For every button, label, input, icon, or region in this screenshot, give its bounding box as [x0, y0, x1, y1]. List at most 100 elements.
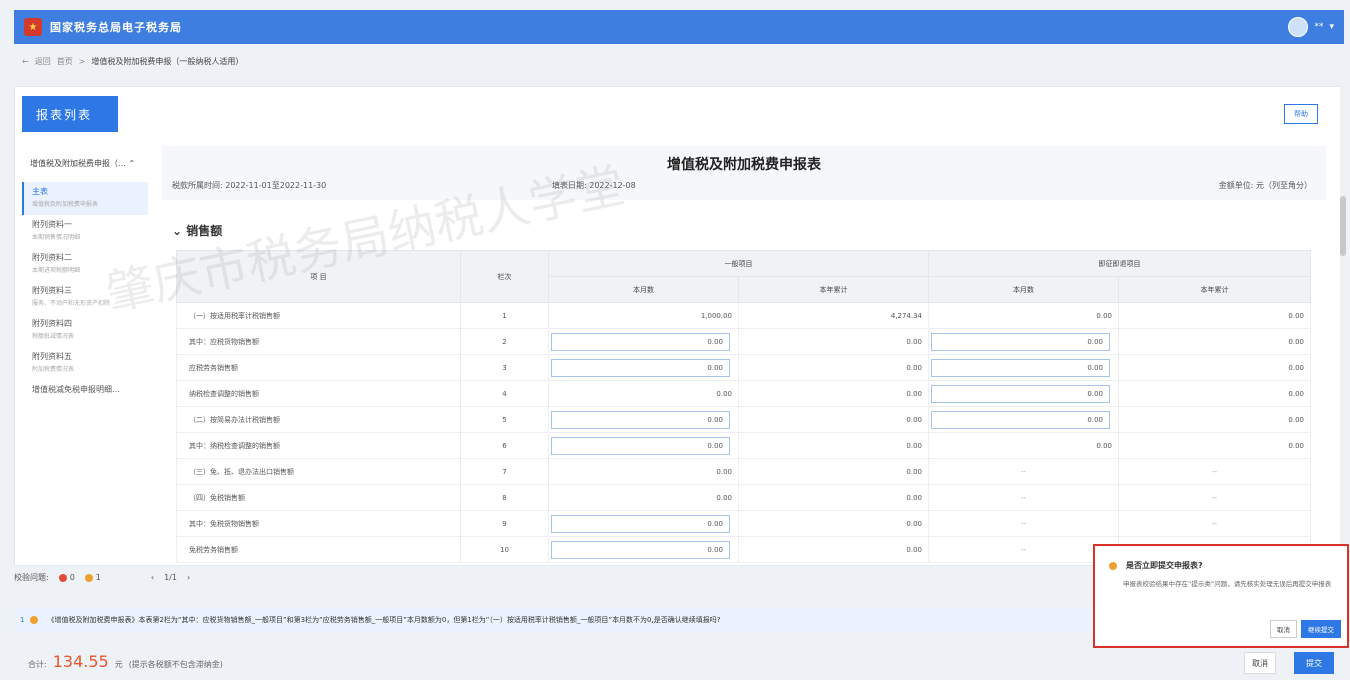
- refund-month-cell[interactable]: 0.00: [928, 380, 1119, 407]
- refund-month-cell[interactable]: 0.00: [928, 328, 1119, 355]
- sidebar-item-label: 附列资料三: [32, 286, 72, 295]
- submit-button[interactable]: 提交: [1294, 652, 1334, 674]
- help-button[interactable]: 帮助: [1284, 104, 1318, 124]
- sidebar-group-header[interactable]: 增值税及附加税费申报（… ⌃: [30, 158, 135, 169]
- general-month-cell[interactable]: 0.00: [548, 432, 739, 459]
- table-row: （三）免、抵、退办法出口销售额 7 0.00 0.00 -- --: [176, 458, 1311, 485]
- total-label: 合计:: [28, 660, 47, 669]
- popup-confirm-button[interactable]: 继续提交: [1301, 620, 1341, 638]
- general-ytd-cell: 0.00: [738, 458, 929, 485]
- general-month-cell[interactable]: 0.00: [548, 328, 739, 355]
- general-ytd-cell: 0.00: [738, 380, 929, 407]
- amount-input[interactable]: 0.00: [931, 358, 1110, 377]
- sidebar-item-main[interactable]: 主表 增值税及附加税费申报表: [22, 182, 148, 215]
- general-ytd-cell: 4,274.34: [738, 302, 929, 329]
- refund-month-cell[interactable]: 0.00: [928, 354, 1119, 381]
- general-ytd-cell: 0.00: [738, 354, 929, 381]
- declaration-table: 项 目 栏次 一般项目 即征即退项目 本月数 本年累计 本月数 本年累计 （一）…: [176, 250, 1311, 563]
- section-sales[interactable]: ⌄ 销售额: [172, 222, 222, 239]
- general-ytd-cell: 0.00: [738, 536, 929, 563]
- popup-cancel-button[interactable]: 取消: [1270, 620, 1297, 638]
- refund-ytd-cell: --: [1118, 458, 1311, 485]
- amount-input[interactable]: 0.00: [931, 384, 1110, 403]
- col-cell: 10: [460, 536, 549, 563]
- amount-input[interactable]: 0.00: [551, 332, 730, 351]
- next-page-icon[interactable]: ›: [187, 573, 190, 582]
- back-icon[interactable]: ←: [22, 57, 29, 66]
- tip-index: 1: [20, 616, 25, 624]
- scrollbar-thumb[interactable]: [1340, 196, 1346, 256]
- general-month-cell[interactable]: 0.00: [548, 406, 739, 433]
- header-month: 本月数: [928, 276, 1119, 303]
- refund-ytd-cell: 0.00: [1118, 302, 1311, 329]
- table-row: 其中：免税货物销售额 9 0.00 0.00 -- --: [176, 510, 1311, 537]
- sidebar-item-annex-5[interactable]: 附列资料五 附加税费情况表: [22, 347, 148, 380]
- item-cell: 纳税检查调整的销售额: [176, 380, 461, 407]
- sidebar-item-annex-3[interactable]: 附列资料三 服务、不动产和无形资产扣除: [22, 281, 148, 314]
- item-cell: 其中：免税货物销售额: [176, 510, 461, 537]
- amount-input[interactable]: 0.00: [551, 436, 730, 455]
- refund-month-cell[interactable]: 0.00: [928, 406, 1119, 433]
- amount-input[interactable]: 0.00: [551, 358, 730, 377]
- sidebar-item-sub: 本期进项税额明细: [32, 267, 81, 274]
- sidebar-item-annex-1[interactable]: 附列资料一 本期销售情况明细: [22, 215, 148, 248]
- amount-input[interactable]: 0.00: [551, 410, 730, 429]
- table-row: （二）按简易办法计税销售额 5 0.00 0.00 0.00 0.00: [176, 406, 1311, 433]
- col-cell: 7: [460, 458, 549, 485]
- popup-body: 申报表校验结果中存在“提示类”问题，请先核实处理无误后再提交申报表: [1123, 580, 1332, 588]
- col-cell: 8: [460, 484, 549, 511]
- chevron-up-icon[interactable]: ⌃: [129, 159, 136, 168]
- sidebar-item-label: 附列资料五: [32, 352, 72, 361]
- form-title: 增值税及附加税费申报表: [667, 157, 821, 173]
- col-cell: 2: [460, 328, 549, 355]
- table-row: 其中：纳税检查调整的销售额 6 0.00 0.00 0.00 0.00: [176, 432, 1311, 459]
- table-row: 应税劳务销售额 3 0.00 0.00 0.00 0.00: [176, 354, 1311, 381]
- chevron-down-icon[interactable]: ▾: [1329, 22, 1334, 32]
- amount-input[interactable]: 0.00: [931, 332, 1110, 351]
- refund-ytd-cell: 0.00: [1118, 354, 1311, 381]
- scrollbar[interactable]: [1340, 86, 1346, 566]
- collapse-icon[interactable]: ⌄: [172, 224, 186, 238]
- user-name[interactable]: **: [1314, 22, 1323, 32]
- avatar[interactable]: [1288, 17, 1309, 37]
- table-row: 纳税检查调整的销售额 4 0.00 0.00 0.00 0.00: [176, 380, 1311, 407]
- confirm-popup: 是否立即提交申报表? 申报表校验结果中存在“提示类”问题，请先核实处理无误后再提…: [1093, 544, 1349, 648]
- general-ytd-cell: 0.00: [738, 432, 929, 459]
- amount-input[interactable]: 0.00: [551, 514, 730, 533]
- error-count[interactable]: 0: [58, 573, 75, 582]
- col-cell: 3: [460, 354, 549, 381]
- general-month-cell[interactable]: 0.00: [548, 536, 739, 563]
- amount-input[interactable]: 0.00: [931, 410, 1110, 429]
- warning-count[interactable]: 1: [84, 573, 101, 582]
- item-cell: （一）按适用税率计税销售额: [176, 302, 461, 329]
- sidebar-item-label: 增值税减免税申报明细…: [32, 385, 120, 394]
- cancel-button[interactable]: 取消: [1244, 652, 1276, 674]
- amount-input[interactable]: 0.00: [551, 540, 730, 559]
- general-month-cell: 0.00: [548, 458, 739, 485]
- col-cell: 1: [460, 302, 549, 329]
- back-link[interactable]: 返回: [35, 56, 51, 67]
- refund-month-cell: 0.00: [928, 432, 1119, 459]
- general-month-cell[interactable]: 0.00: [548, 354, 739, 381]
- refund-ytd-cell: 0.00: [1118, 328, 1311, 355]
- sidebar-item-annex-4[interactable]: 附列资料四 税额抵减情况表: [22, 314, 148, 347]
- sidebar-item-annex-2[interactable]: 附列资料二 本期进项税额明细: [22, 248, 148, 281]
- general-month-cell[interactable]: 0.00: [548, 510, 739, 537]
- general-month-cell: 1,000.00: [548, 302, 739, 329]
- general-month-cell: 0.00: [548, 380, 739, 407]
- tip-text[interactable]: 《增值税及附加税费申报表》本表第2栏为“其中：应税货物销售额_一般项目”和第3栏…: [47, 615, 720, 625]
- breadcrumb-home[interactable]: 首页: [57, 56, 73, 67]
- item-cell: （四）免税销售额: [176, 484, 461, 511]
- refund-month-cell: --: [928, 536, 1119, 563]
- general-ytd-cell: 0.00: [738, 484, 929, 511]
- refund-ytd-cell: 0.00: [1118, 432, 1311, 459]
- sidebar-item-sub: 增值税及附加税费申报表: [32, 201, 99, 208]
- user-menu[interactable]: ** ▾: [1288, 17, 1334, 37]
- prev-page-icon[interactable]: ‹: [151, 573, 154, 582]
- warning-icon: [1109, 561, 1117, 570]
- report-list-button[interactable]: 报表列表: [22, 96, 118, 132]
- sidebar-item-exemption[interactable]: 增值税减免税申报明细…: [22, 380, 148, 413]
- sidebar-item-label: 附列资料一: [32, 220, 72, 229]
- header-ytd: 本年累计: [1118, 276, 1311, 303]
- col-cell: 9: [460, 510, 549, 537]
